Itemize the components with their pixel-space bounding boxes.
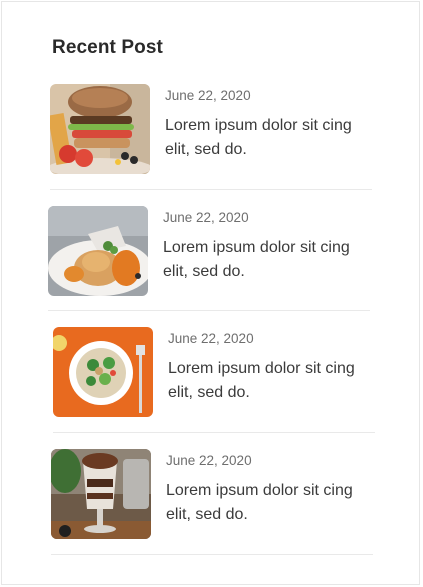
post-divider — [51, 554, 373, 555]
post-thumbnail-dessert[interactable] — [51, 449, 151, 539]
dessert-image — [51, 449, 151, 539]
post-item[interactable]: June 22, 2020 Lorem ipsum dolor sit cing… — [48, 206, 378, 326]
post-divider — [48, 310, 370, 311]
post-thumbnail-plated-dish[interactable] — [48, 206, 148, 296]
post-title-link[interactable]: Lorem ipsum dolor sit cing elit, sed do. — [163, 236, 363, 284]
post-divider — [53, 432, 375, 433]
post-thumbnail-burger[interactable] — [50, 84, 150, 174]
burger-image — [50, 84, 150, 174]
post-date: June 22, 2020 — [165, 88, 251, 103]
post-item[interactable]: June 22, 2020 Lorem ipsum dolor sit cing… — [50, 84, 380, 204]
post-title-link[interactable]: Lorem ipsum dolor sit cing elit, sed do. — [166, 479, 366, 527]
post-date: June 22, 2020 — [168, 331, 254, 346]
post-thumbnail-salad[interactable] — [53, 327, 153, 417]
post-title-link[interactable]: Lorem ipsum dolor sit cing elit, sed do. — [165, 114, 365, 162]
widget-title: Recent Post — [52, 37, 163, 58]
post-item[interactable]: June 22, 2020 Lorem ipsum dolor sit cing… — [51, 449, 381, 569]
post-title-link[interactable]: Lorem ipsum dolor sit cing elit, sed do. — [168, 357, 368, 405]
salad-image — [53, 327, 153, 417]
plated-dish-image — [48, 206, 148, 296]
post-date: June 22, 2020 — [163, 210, 249, 225]
post-date: June 22, 2020 — [166, 453, 252, 468]
post-divider — [50, 189, 372, 190]
post-item[interactable]: June 22, 2020 Lorem ipsum dolor sit cing… — [53, 327, 383, 447]
